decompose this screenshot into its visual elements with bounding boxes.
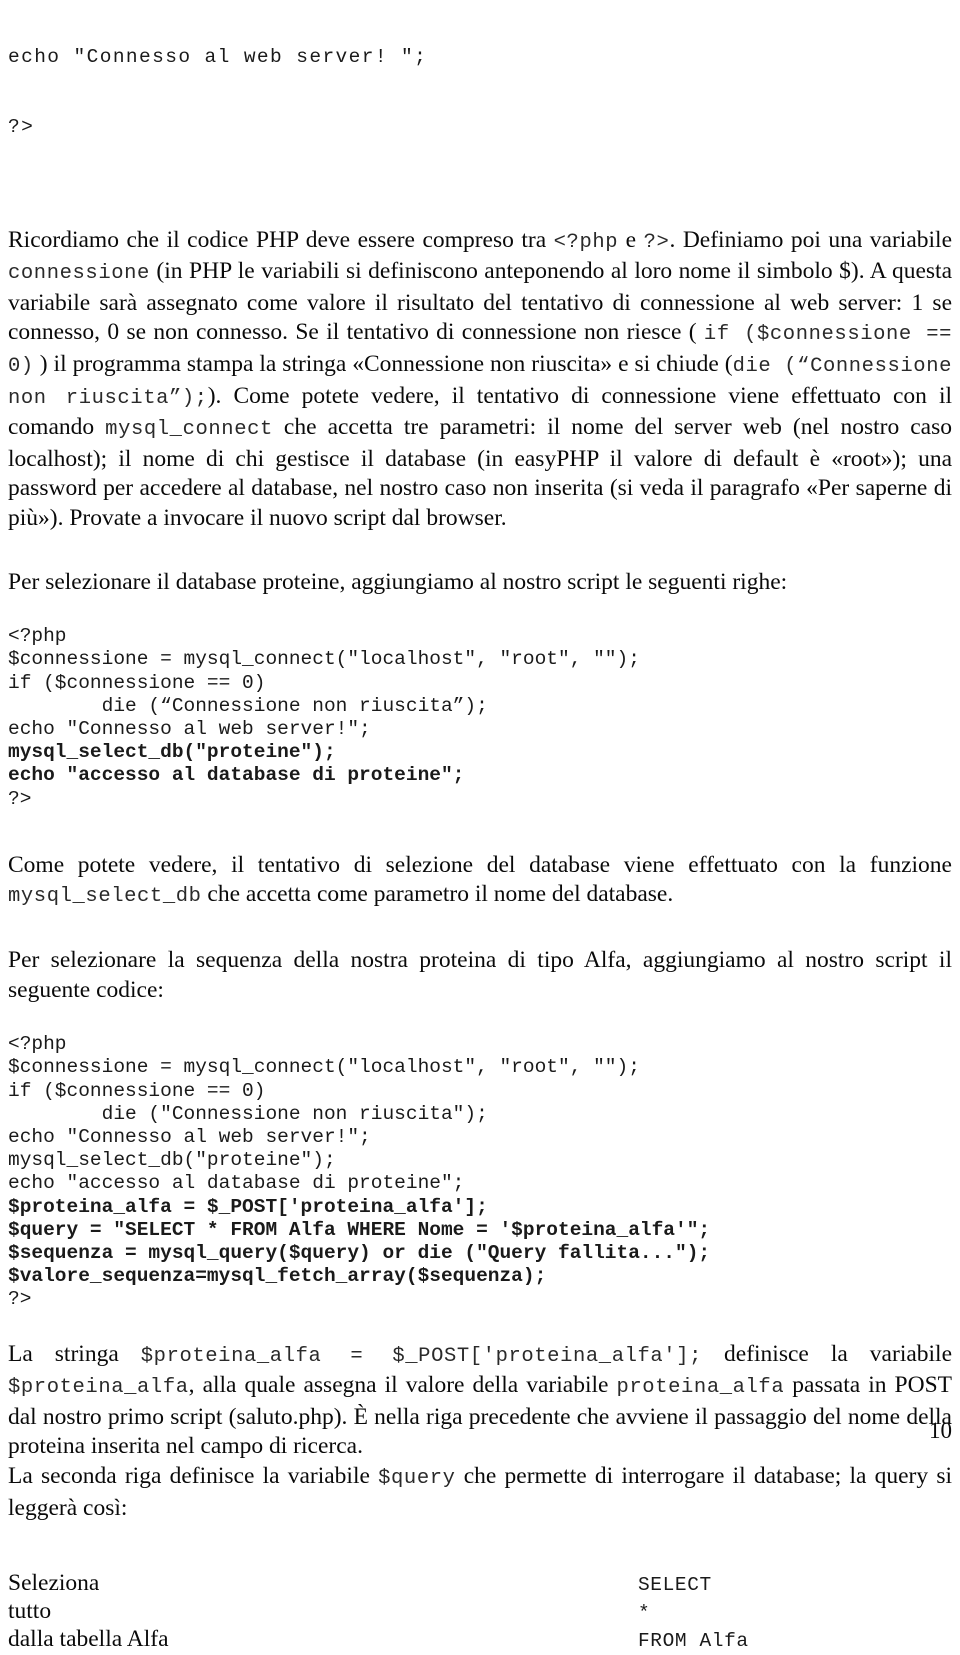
code-line: echo "accesso al database di proteine"; [8,764,465,787]
text-segment: , alla quale assegna il valore della var… [188,1372,617,1399]
gloss-italian: tutto [8,1598,52,1625]
gloss-sql: * [638,1602,651,1625]
inline-code-php-open: <?php [553,230,619,254]
code-line: ?> [8,1288,32,1311]
gloss-sql: FROM Alfa [638,1630,749,1653]
inline-code-query-var: $query [378,1466,456,1490]
inline-code-post-assign: $proteina_alfa = $_POST['proteina_alfa']… [140,1344,703,1368]
code-line: echo "accesso al database di proteine"; [8,1172,465,1195]
code-line: die (“Connessione non riuscita”); [8,694,488,717]
code-line: <?php [8,625,67,648]
text-segment: definisce la variabile [702,1340,953,1367]
code-line: mysql_select_db("proteine"); [8,741,336,764]
document-page: echo "Connesso al web server! "; ?> Rico… [0,0,960,1652]
code-line: echo "Connesso al web server!"; [8,717,371,740]
code-line: if ($connessione == 0) [8,671,266,694]
paragraph-la-stringa: La stringa $proteina_alfa = $_POST['prot… [8,1340,952,1462]
inline-code-php-close: ?> [643,230,670,254]
page-content: echo "Connesso al web server! "; ?> Rico… [8,0,952,1653]
code-line: $proteina_alfa = $_POST['proteina_alfa']… [8,1195,488,1218]
code-line: <?php [8,1033,67,1056]
inline-code-proteina-alfa: proteina_alfa [616,1376,785,1400]
code-line: ?> [8,787,32,810]
text-segment: e [618,226,644,253]
paragraph-come-potete-vedere: Come potete vedere, il tentativo di sele… [8,851,952,912]
query-gloss-table: Seleziona SELECT tutto * dalla tabella Alfa F… [8,1569,952,1653]
inline-code-proteina-alfa-var: $proteina_alfa [8,1376,189,1400]
code-line: echo "Connesso al web server! "; [8,46,428,69]
paragraph-per-selezionare-database: Per selezionare il database proteine, ag… [8,568,788,595]
paragraph-ricordiamo: Ricordiamo che il codice PHP deve essere… [8,226,952,534]
gloss-sql: SELECT [638,1574,712,1597]
code-block-query-alfa: <?php $connessione = mysql_connect("local… [8,1033,952,1311]
code-line: $valore_sequenza=mysql_fetch_array($sequ… [8,1265,547,1288]
gloss-italian: Seleziona [8,1570,100,1597]
paragraph-la-seconda-riga: La seconda riga definisce la variabile $… [8,1462,952,1523]
inline-code-mysql-connect: mysql_connect [105,418,273,442]
text-segment: ) il programma stampa la stringa «Connes… [33,351,733,377]
text-segment: Ricordiamo che il codice PHP deve essere… [8,226,554,253]
text-segment: La seconda riga definisce la variabile [8,1462,379,1489]
code-block-select-db: <?php $connessione = mysql_connect("local… [8,625,952,811]
inline-code-connessione: connessione [8,262,150,286]
code-line: if ($connessione == 0) [8,1079,266,1102]
gloss-row: Seleziona SELECT [8,1569,952,1597]
gloss-row: dalla tabella Alfa FROM Alfa [8,1625,952,1653]
text-segment: . Definiamo poi una variabile [669,226,952,253]
text-segment: Come potete vedere, il tentativo di sele… [8,851,952,878]
page-number: 10 [929,1418,952,1443]
gloss-italian: dalla tabella Alfa [8,1626,169,1653]
code-line: die ("Connessione non riuscita"); [8,1102,488,1125]
text-segment: La stringa [8,1340,141,1367]
code-line: echo "Connesso al web server!"; [8,1125,371,1148]
inline-code-mysql-select-db: mysql_select_db [8,885,202,909]
gloss-row: tutto * [8,1597,952,1625]
code-line: mysql_select_db("proteine"); [8,1149,336,1172]
code-line: ?> [8,116,35,139]
text-segment: che accetta come parametro il nome del d… [201,881,674,908]
code-line: $query = "SELECT * FROM Alfa WHERE Nome … [8,1218,711,1241]
code-line: $connessione = mysql_connect("localhost"… [8,648,640,671]
top-code-fragment: echo "Connesso al web server! "; ?> [8,0,952,186]
code-line: $connessione = mysql_connect("localhost"… [8,1056,640,1079]
code-line: $sequenza = mysql_query($query) or die (… [8,1241,711,1264]
paragraph-per-selezionare-sequenza: Per selezionare la sequenza della nostra… [8,946,952,1003]
